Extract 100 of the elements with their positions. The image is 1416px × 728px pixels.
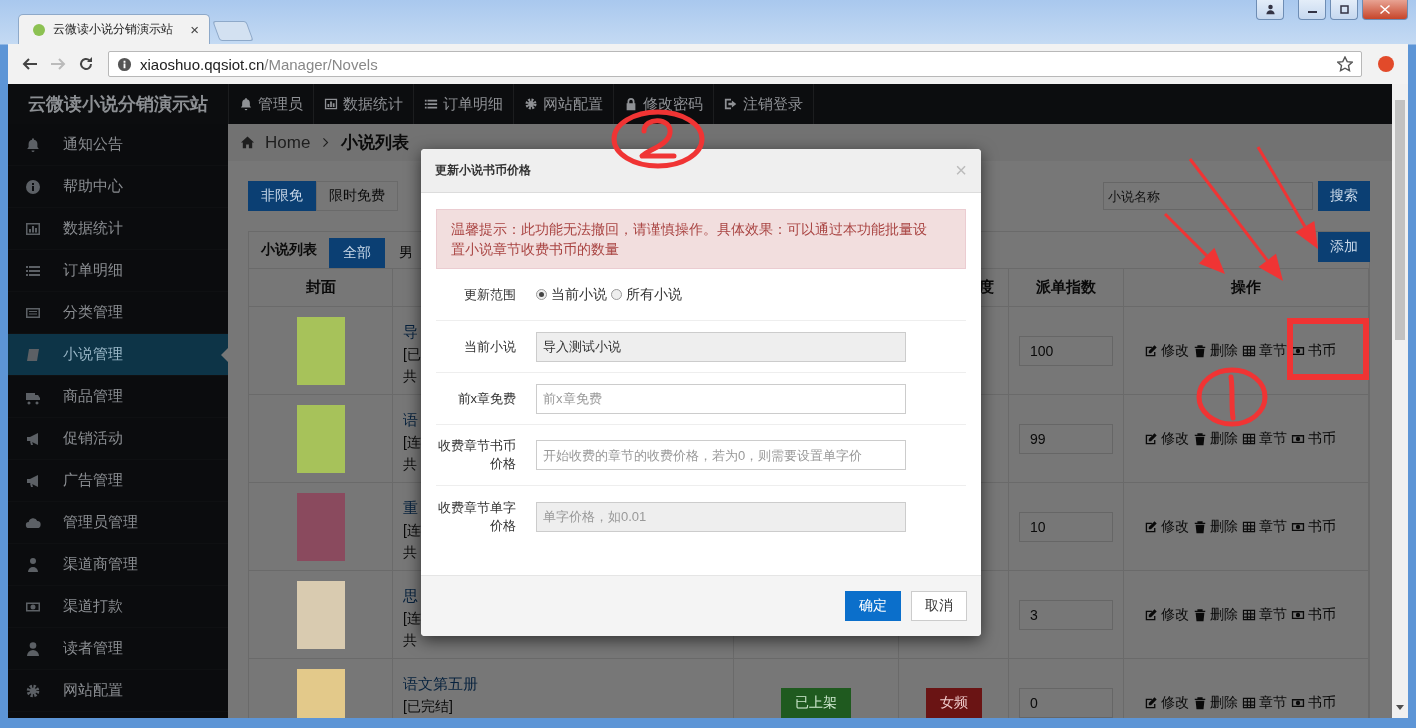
book-icon	[25, 346, 41, 363]
row-action-link[interactable]: 修改	[1144, 693, 1189, 712]
column-header: 封面	[305, 278, 336, 297]
address-bar[interactable]: xiaoshuo.qqsiot.cn/Manager/Novels	[108, 51, 1362, 77]
site-brand[interactable]: 云微读小说分销演示站	[8, 84, 228, 124]
bell-icon	[239, 97, 253, 111]
back-arrow-icon[interactable]	[22, 56, 38, 72]
add-button[interactable]: 添加	[1318, 232, 1370, 262]
row-action-link[interactable]: 章节	[1242, 605, 1287, 624]
row-action-link[interactable]: 章节	[1242, 517, 1287, 536]
search-field[interactable]: 小说名称	[1103, 182, 1313, 210]
row-action-link[interactable]: 修改	[1144, 605, 1189, 624]
scrollbar[interactable]	[1392, 84, 1408, 718]
row-action-link[interactable]: 修改	[1144, 517, 1189, 536]
user-icon	[1264, 4, 1276, 15]
row-action-link[interactable]: 章节	[1242, 341, 1287, 360]
row-action-link[interactable]: 书币	[1291, 693, 1336, 712]
dispatch-index-field[interactable]: 10	[1019, 511, 1113, 542]
book-cover-placeholder	[296, 668, 345, 718]
dispatch-index-field[interactable]: 0	[1019, 687, 1113, 718]
settings-icon	[524, 97, 538, 111]
filter-tab[interactable]: 限时免费	[316, 181, 398, 211]
row-action-link[interactable]: 章节	[1242, 693, 1287, 712]
maximize-button[interactable]	[1330, 0, 1358, 20]
chapter-count: 共	[403, 367, 417, 386]
trash-icon	[1193, 695, 1207, 710]
breadcrumb-current: 小说列表	[341, 132, 410, 154]
close-button[interactable]	[1362, 0, 1408, 20]
sidebar-item[interactable]: 小说管理	[8, 334, 228, 376]
column-header: 派单指数	[1036, 278, 1096, 297]
dispatch-index-field[interactable]: 100	[1019, 335, 1113, 366]
warning-alert: 温馨提示：此功能无法撤回，请谨慎操作。具体效果：可以通过本功能批量设置小说章节收费书币的数量	[436, 209, 966, 269]
row-action-link[interactable]: 修改	[1144, 429, 1189, 448]
radio-option[interactable]: 当前小说	[536, 285, 607, 304]
column-header: 度	[979, 278, 994, 297]
dispatch-index-field[interactable]: 99	[1019, 423, 1113, 454]
dispatch-index-field[interactable]: 3	[1019, 599, 1113, 630]
info-icon	[117, 56, 132, 72]
tab-close-button[interactable]: ×	[190, 21, 199, 38]
novel-status: [已	[403, 345, 421, 364]
novel-title-link[interactable]: 语文第五册	[403, 673, 478, 695]
reload-icon[interactable]	[78, 56, 94, 72]
search-button[interactable]: 搜索	[1318, 181, 1370, 211]
minimize-button[interactable]	[1298, 0, 1326, 20]
filter-tab[interactable]: 非限免	[248, 181, 316, 211]
row-action-link[interactable]: 删除	[1193, 693, 1238, 712]
novel-title-link[interactable]: 语	[403, 409, 418, 431]
text-field[interactable]: 开始收费的章节的收费价格，若为0，则需要设置单字价	[536, 440, 906, 470]
novel-status: [连	[403, 521, 421, 540]
home-icon	[240, 135, 255, 150]
row-action-link[interactable]: 删除	[1193, 341, 1238, 360]
shelf-status-badge[interactable]: 已上架	[781, 687, 851, 718]
row-action-link[interactable]: 章节	[1242, 429, 1287, 448]
megaphone-icon	[25, 430, 41, 447]
bar-chart-icon	[25, 220, 41, 237]
browser-tab[interactable]: 云微读小说分销演示站 ×	[18, 14, 210, 44]
field-label: 前x章免费	[456, 389, 516, 408]
edit-icon	[1144, 431, 1158, 446]
novel-status: [已完结]	[403, 697, 453, 716]
novel-status: [连	[403, 433, 421, 452]
confirm-button[interactable]: 确定	[845, 591, 901, 621]
site-favicon-icon	[33, 23, 45, 36]
trash-icon	[1193, 519, 1207, 534]
chapter-count: 共	[403, 631, 417, 650]
edit-icon	[1144, 519, 1158, 534]
row-action-link[interactable]: 删除	[1193, 429, 1238, 448]
breadcrumb-home-link[interactable]: Home	[265, 132, 311, 153]
profile-button[interactable]	[1256, 0, 1284, 20]
settings-icon	[25, 682, 41, 699]
book-cover-placeholder	[296, 316, 345, 385]
channel-badge[interactable]: 女频	[925, 687, 982, 718]
novel-title-link[interactable]: 导	[403, 321, 418, 343]
user-icon	[25, 556, 41, 573]
row-action-link[interactable]: 书币	[1291, 429, 1336, 448]
grid-icon	[1242, 519, 1256, 534]
grid-icon	[1242, 431, 1256, 446]
category-tab[interactable]: 男	[385, 238, 427, 268]
bar-chart-icon	[324, 97, 338, 111]
bookmark-star-icon[interactable]	[1337, 56, 1353, 72]
book-cover-placeholder	[296, 492, 345, 561]
panel-title: 小说列表	[260, 241, 318, 259]
trash-icon	[1193, 343, 1207, 358]
cancel-button[interactable]: 取消	[911, 591, 967, 621]
extension-icon[interactable]	[1378, 56, 1394, 72]
row-action-link[interactable]: 书币	[1291, 605, 1336, 624]
row-action-link[interactable]: 修改	[1144, 341, 1189, 360]
novel-title-link[interactable]: 思	[403, 585, 418, 607]
radio-option[interactable]: 所有小说	[611, 285, 682, 304]
book-cover-placeholder	[296, 580, 345, 649]
book-cover-placeholder	[296, 404, 345, 473]
text-field[interactable]: 前x章免费	[536, 383, 906, 414]
row-action-link[interactable]: 删除	[1193, 517, 1238, 536]
row-action-link[interactable]: 书币	[1291, 517, 1336, 536]
row-action-link[interactable]: 书币	[1291, 341, 1336, 360]
circled-number-drawing	[1196, 367, 1268, 427]
edit-icon	[1144, 695, 1158, 710]
row-action-link[interactable]: 删除	[1193, 605, 1238, 624]
novel-title-link[interactable]: 重	[403, 497, 418, 519]
category-tab[interactable]: 全部	[329, 238, 385, 268]
trash-icon	[1193, 431, 1207, 446]
